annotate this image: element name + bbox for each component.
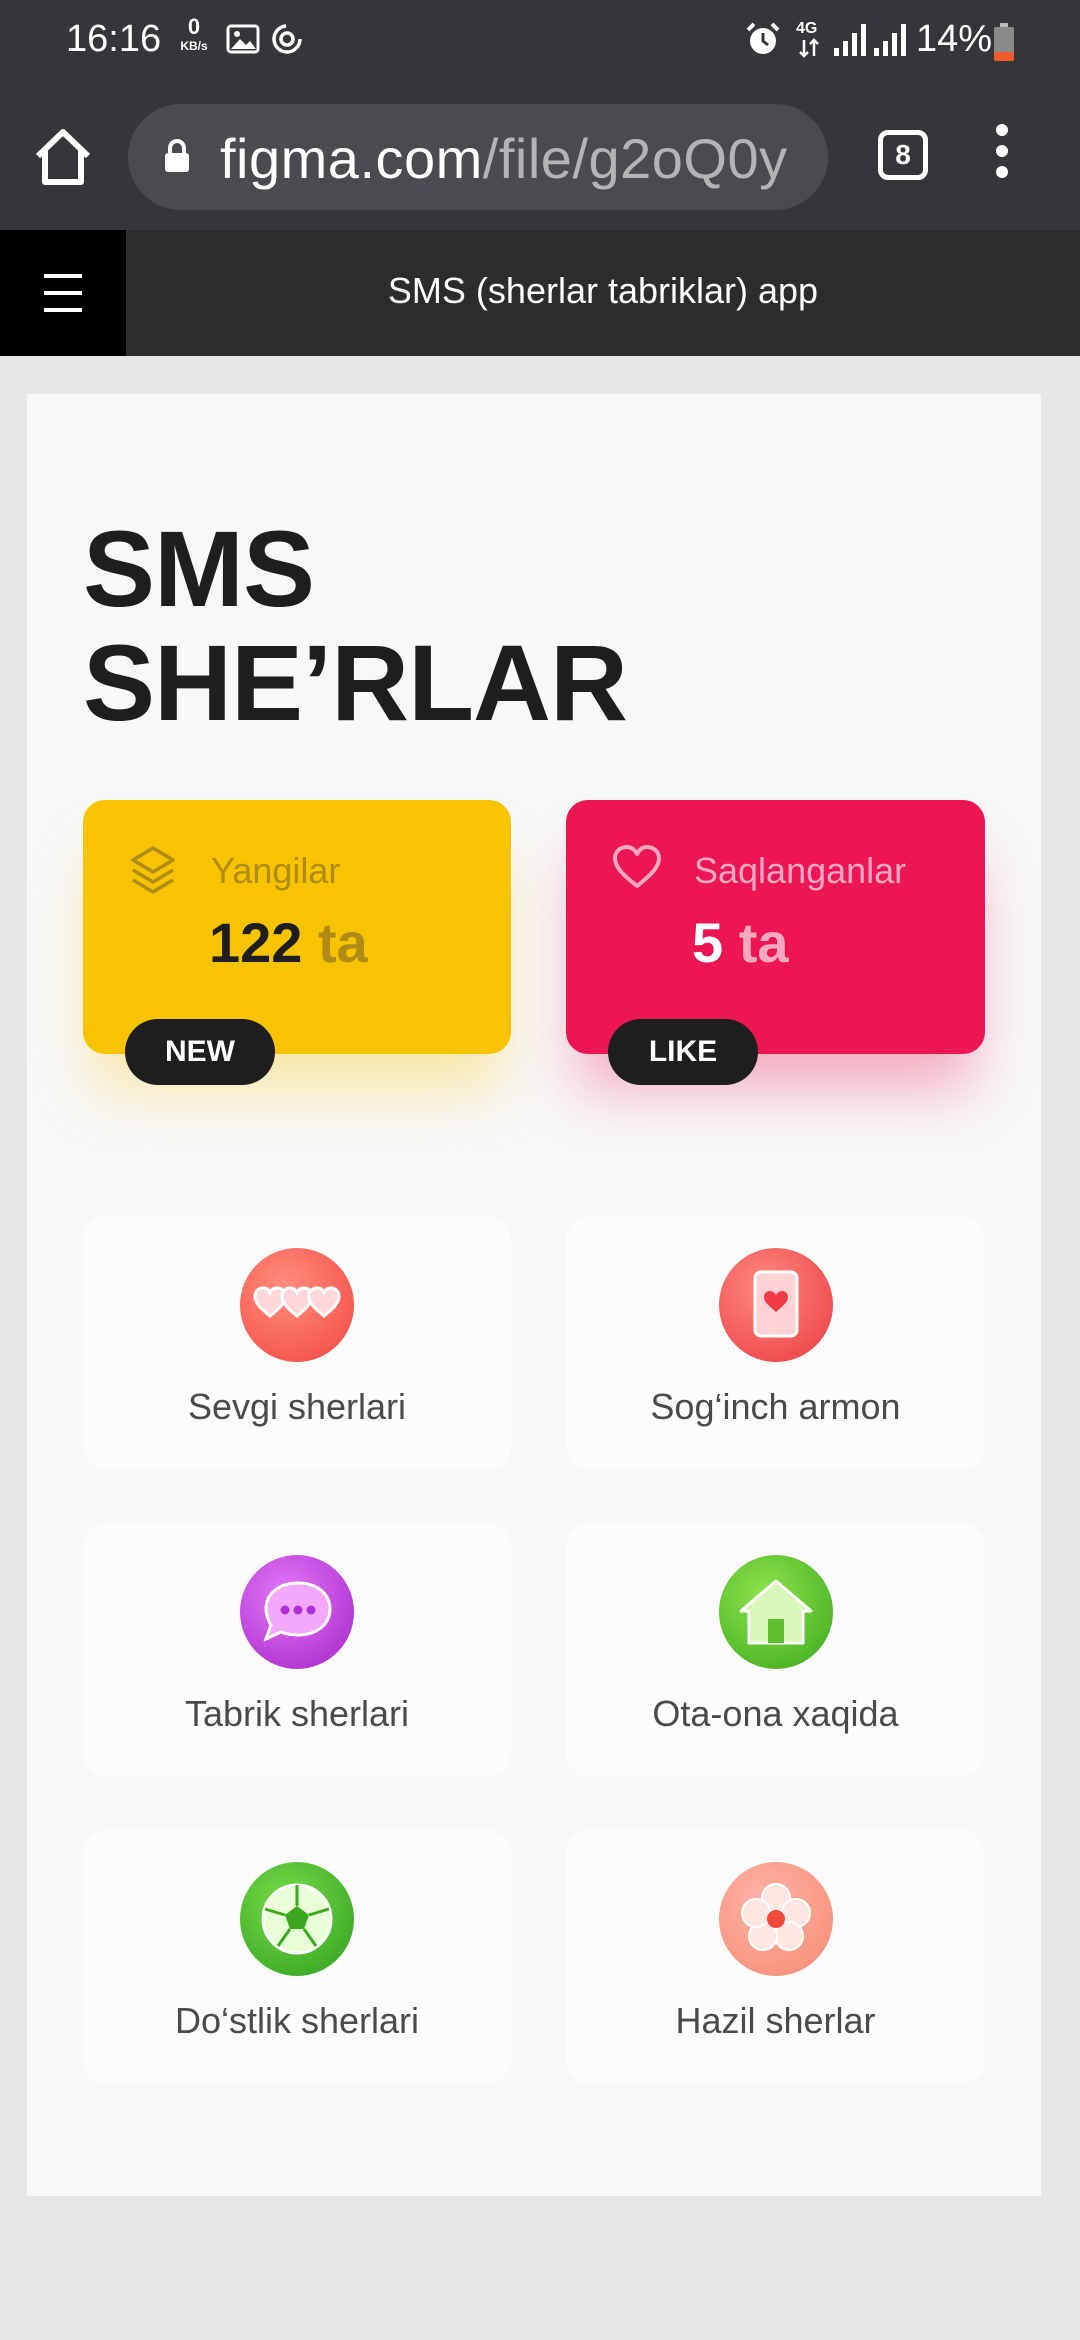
net-speed: 0 KB/s — [172, 14, 216, 53]
house-icon — [718, 1555, 833, 1669]
tab-switcher-button[interactable]: 8 — [878, 130, 928, 180]
category-label: Do‘stlik sherlari — [174, 2000, 420, 2041]
hamburger-menu-icon[interactable] — [0, 230, 126, 356]
gallery-icon — [226, 24, 260, 54]
category-card-greetings[interactable]: Tabrik sherlari — [83, 1523, 511, 1777]
network-type: 4G — [796, 20, 818, 37]
new-count-value: 122 — [209, 911, 303, 974]
layers-icon — [131, 846, 175, 894]
heart-outline-icon — [613, 845, 661, 888]
category-card-longing[interactable]: Sog‘inch armon — [566, 1216, 985, 1470]
url-path: /file/g2oQ0y — [482, 127, 788, 190]
signal-icon — [834, 24, 866, 56]
data-arrows-icon — [799, 38, 819, 58]
category-card-love[interactable]: Sevgi sherlari — [83, 1216, 511, 1470]
home-icon[interactable] — [30, 126, 96, 188]
new-poems-card[interactable]: Yangilar 122 ta NEW — [83, 800, 511, 1085]
new-count-unit: ta — [318, 911, 368, 974]
battery-icon — [994, 23, 1014, 61]
soccer-ball-icon — [240, 1862, 354, 1976]
category-label: Tabrik sherlari — [184, 1693, 410, 1734]
app-title-line2: SHE’RLAR — [83, 622, 628, 743]
category-card-friendship[interactable]: Do‘stlik sherlari — [83, 1830, 511, 2084]
category-label: Sevgi sherlari — [187, 1386, 407, 1427]
lock-icon — [165, 139, 189, 172]
new-badge: NEW — [125, 1019, 275, 1085]
new-card-label: Yangilar — [211, 850, 341, 891]
net-speed-value: 0 — [187, 14, 201, 39]
app-frame: SMS SHE’RLAR Yangilar 122 ta NEW Saqlang… — [27, 394, 1041, 2196]
category-label: Ota-ona xaqida — [652, 1693, 899, 1734]
saved-poems-card[interactable]: Saqlanganlar 5 ta LIKE — [566, 800, 985, 1085]
category-label: Hazil sherlar — [675, 2000, 876, 2041]
new-card-count: 122 ta — [209, 910, 368, 975]
category-label: Sog‘inch armon — [650, 1386, 901, 1427]
like-count-value: 5 — [692, 911, 724, 974]
chat-bubble-icon — [240, 1555, 354, 1669]
status-time: 16:16 — [66, 18, 162, 60]
status-bar: 16:16 0 KB/s 4G 14% — [0, 0, 1080, 84]
flower-icon — [718, 1862, 833, 1976]
signal-icon — [874, 24, 906, 56]
url-fade — [788, 104, 828, 210]
alarm-icon — [746, 22, 780, 54]
browser-toolbar: figma.com/file/g2oQ0y 8 — [0, 84, 1080, 230]
like-card-count: 5 ta — [692, 910, 789, 975]
battery-percent: 14% — [916, 18, 993, 60]
address-bar[interactable]: figma.com/file/g2oQ0y — [128, 104, 828, 210]
like-badge: LIKE — [608, 1019, 758, 1085]
category-card-parents[interactable]: Ota-ona xaqida — [566, 1523, 985, 1777]
url-domain: figma.com — [220, 127, 483, 190]
sync-icon — [272, 24, 302, 54]
love-card-icon — [718, 1248, 833, 1362]
app-title-line1: SMS — [83, 508, 315, 629]
figma-header: SMS (sherlar tabriklar) app — [0, 230, 1080, 356]
url-text: figma.com/file/g2oQ0y — [220, 126, 788, 191]
hearts-icon — [240, 1248, 354, 1362]
app-title: SMS SHE’RLAR — [83, 508, 628, 743]
like-count-unit: ta — [738, 911, 789, 974]
category-card-humor[interactable]: Hazil sherlar — [566, 1830, 985, 2084]
overflow-menu-icon[interactable] — [990, 124, 1014, 190]
figma-file-title: SMS (sherlar tabriklar) app — [387, 270, 819, 311]
net-speed-unit: KB/s — [180, 39, 208, 53]
like-card-label: Saqlanganlar — [694, 850, 907, 891]
